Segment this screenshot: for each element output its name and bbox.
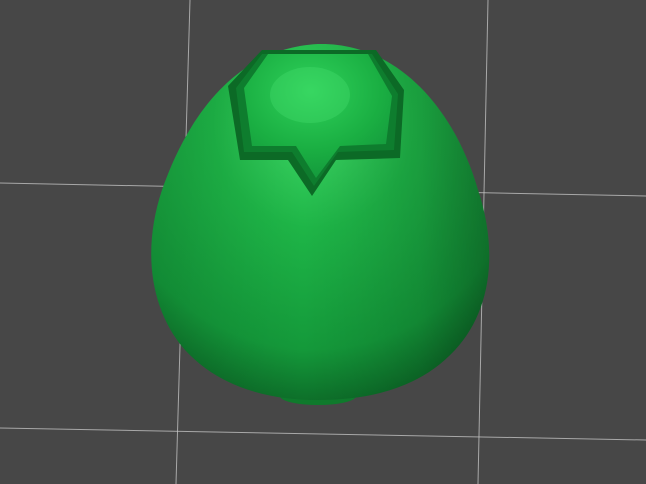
egg-model[interactable]: [151, 43, 490, 400]
specular-highlight: [270, 67, 350, 123]
3d-viewport[interactable]: [0, 0, 646, 484]
3d-scene[interactable]: [0, 0, 646, 484]
grid-line: [0, 427, 646, 441]
